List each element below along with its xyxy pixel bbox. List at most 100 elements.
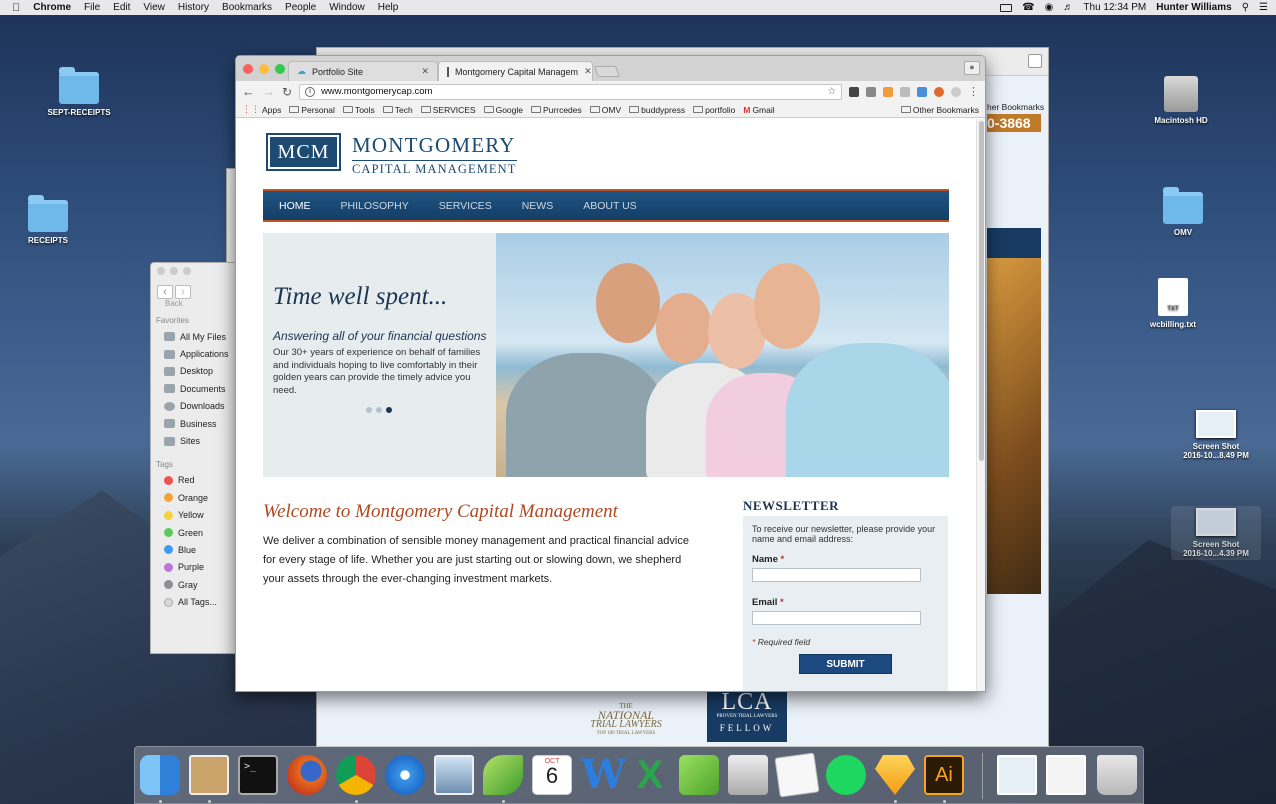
desktop-screenshot-2[interactable]: Screen Shot 2016-10...4.39 PM xyxy=(1171,506,1261,560)
spotlight-icon[interactable]: ⚲ xyxy=(1242,2,1249,13)
wifi-icon[interactable]: ◉ xyxy=(1045,2,1054,13)
tag-red[interactable]: Red xyxy=(151,472,235,489)
finder-app-icon[interactable] xyxy=(140,755,180,795)
spotify-app-icon[interactable] xyxy=(826,755,866,795)
sidebar-item-documents[interactable]: Documents xyxy=(151,380,235,397)
close-tab-icon[interactable]: ✕ xyxy=(584,66,592,77)
menu-history[interactable]: History xyxy=(178,2,209,13)
chevron-left-icon[interactable]: ‹ xyxy=(157,285,173,299)
info-icon[interactable]: i xyxy=(305,86,316,97)
close-tab-icon[interactable]: ✕ xyxy=(421,66,429,77)
finder-sidebar-window[interactable]: ‹ › Back Favorites All My Files Applicat… xyxy=(150,262,236,654)
apple-icon[interactable]:  xyxy=(12,2,20,14)
preview-app-icon[interactable] xyxy=(434,755,474,795)
brand-name[interactable]: MONTGOMERY CAPITAL MANAGEMENT xyxy=(352,133,517,177)
tag-orange[interactable]: Orange xyxy=(151,489,235,506)
extension-circle-icon[interactable] xyxy=(951,86,961,97)
tag-yellow[interactable]: Yellow xyxy=(151,507,235,524)
menu-app-chrome[interactable]: Chrome xyxy=(33,2,71,13)
excel-app-icon[interactable]: X xyxy=(630,755,670,795)
bookmark-other-bookmarks[interactable]: Other Bookmarks xyxy=(900,105,979,115)
sidebar-item-downloads[interactable]: Downloads xyxy=(151,398,235,415)
sidebar-item-sites[interactable]: Sites xyxy=(151,432,235,449)
forward-arrow-icon[interactable]: → xyxy=(262,84,275,99)
tab-montgomery-capital[interactable]: Montgomery Capital Managem ✕ xyxy=(438,61,593,81)
extension-gray-icon[interactable] xyxy=(866,86,876,97)
rss-icon[interactable] xyxy=(883,86,893,97)
background-profile-icon[interactable] xyxy=(1028,54,1042,68)
menu-bookmarks[interactable]: Bookmarks xyxy=(222,2,272,13)
bookmark-gmail[interactable]: M Gmail xyxy=(743,105,774,115)
menu-help[interactable]: Help xyxy=(378,2,399,13)
page-scrollbar[interactable] xyxy=(976,119,985,691)
menubar-clock[interactable]: Thu 12:34 PM xyxy=(1083,2,1146,13)
nav-news[interactable]: NEWS xyxy=(522,200,554,212)
leaf-app-icon[interactable] xyxy=(483,755,523,795)
extension-sp-icon[interactable] xyxy=(900,86,910,97)
bookmark-personal[interactable]: Personal xyxy=(289,105,335,115)
volume-icon[interactable]: ♬ xyxy=(1063,2,1073,13)
profile-icon[interactable]: ● xyxy=(964,61,980,75)
nav-about-us[interactable]: ABOUT US xyxy=(583,200,636,212)
bookmark-portfolio[interactable]: portfolio xyxy=(693,105,735,115)
submit-button[interactable]: SUBMIT xyxy=(799,654,892,674)
mail-app-icon[interactable] xyxy=(189,755,229,795)
nav-philosophy[interactable]: PHILOSOPHY xyxy=(341,200,409,212)
chrome-menu-icon[interactable]: ⋮ xyxy=(968,85,979,98)
terminal-app-icon[interactable]: >_ xyxy=(238,755,278,795)
menu-file[interactable]: File xyxy=(84,2,100,13)
zoom-icon[interactable] xyxy=(183,267,191,275)
game-app-icon[interactable] xyxy=(679,755,719,795)
sidebar-item-business[interactable]: Business xyxy=(151,415,235,432)
sidebar-item-applications[interactable]: Applications xyxy=(151,345,235,362)
chrome-window[interactable]: ☁ Portfolio Site ✕ Montgomery Capital Ma… xyxy=(235,55,986,692)
illustrator-app-icon[interactable]: Ai xyxy=(924,755,964,795)
bookmark-buddypress[interactable]: buddypress xyxy=(629,105,685,115)
extension-chrome-icon[interactable] xyxy=(934,86,944,97)
chrome-app-icon[interactable] xyxy=(336,755,376,795)
sketch-app-icon[interactable] xyxy=(875,755,915,795)
bookmark-star-icon[interactable]: ☆ xyxy=(827,86,836,97)
trash-icon[interactable] xyxy=(1097,755,1137,795)
bookmark-tech[interactable]: Tech xyxy=(382,105,413,115)
address-bar[interactable]: i www.montgomerycap.com ☆ xyxy=(299,83,842,100)
minimize-icon[interactable] xyxy=(170,267,178,275)
desktop-macintosh-hd[interactable]: Macintosh HD xyxy=(1136,76,1226,125)
bookmark-google[interactable]: Google xyxy=(483,105,523,115)
sidebar-item-all-my-files[interactable]: All My Files xyxy=(151,328,235,345)
close-icon[interactable] xyxy=(157,267,165,275)
desktop-folder-receipts[interactable]: RECEIPTS xyxy=(3,195,93,245)
extension-drive-icon[interactable] xyxy=(917,86,927,97)
phone-icon[interactable]: ☎ xyxy=(1022,2,1034,13)
desktop-folder-omv[interactable]: OMV xyxy=(1138,187,1228,237)
display-icon[interactable] xyxy=(1000,3,1013,12)
bookmark-purrcedes[interactable]: Purrcedes xyxy=(531,105,582,115)
menu-view[interactable]: View xyxy=(143,2,165,13)
firefox-app-icon[interactable] xyxy=(287,755,327,795)
menu-edit[interactable]: Edit xyxy=(113,2,130,13)
extension-m-icon[interactable] xyxy=(849,86,859,97)
desktop-file-wcbilling[interactable]: TXT wcbilling.txt xyxy=(1128,278,1218,329)
tag-purple[interactable]: Purple xyxy=(151,559,235,576)
chevron-right-icon[interactable]: › xyxy=(175,285,191,299)
dock-minimized-window-1[interactable] xyxy=(997,755,1037,795)
new-tab-button[interactable] xyxy=(593,66,621,77)
calculator-app-icon[interactable] xyxy=(728,755,768,795)
scrollbar-thumb[interactable] xyxy=(979,121,984,461)
close-icon[interactable] xyxy=(243,64,253,74)
desktop-folder-sept-receipts[interactable]: SEPT-RECEIPTS xyxy=(34,67,124,117)
desktop-screenshot-1[interactable]: Screen Shot 2016-10...8.49 PM xyxy=(1171,410,1261,460)
tag-gray[interactable]: Gray xyxy=(151,576,235,593)
bookmark-tools[interactable]: Tools xyxy=(342,105,375,115)
tag-all-tags[interactable]: All Tags... xyxy=(151,593,235,610)
calendar-app-icon[interactable]: OCT 6 xyxy=(532,755,572,795)
name-field[interactable] xyxy=(752,568,921,582)
dock-minimized-window-2[interactable] xyxy=(1046,755,1086,795)
email-field[interactable] xyxy=(752,611,921,625)
tab-portfolio-site[interactable]: ☁ Portfolio Site ✕ xyxy=(288,61,438,81)
back-arrow-icon[interactable]: ← xyxy=(242,84,255,99)
textedit-app-icon[interactable] xyxy=(774,752,820,798)
reload-icon[interactable]: ↻ xyxy=(282,85,292,99)
nav-services[interactable]: SERVICES xyxy=(439,200,492,212)
bookmark-services[interactable]: SERVICES xyxy=(420,105,476,115)
